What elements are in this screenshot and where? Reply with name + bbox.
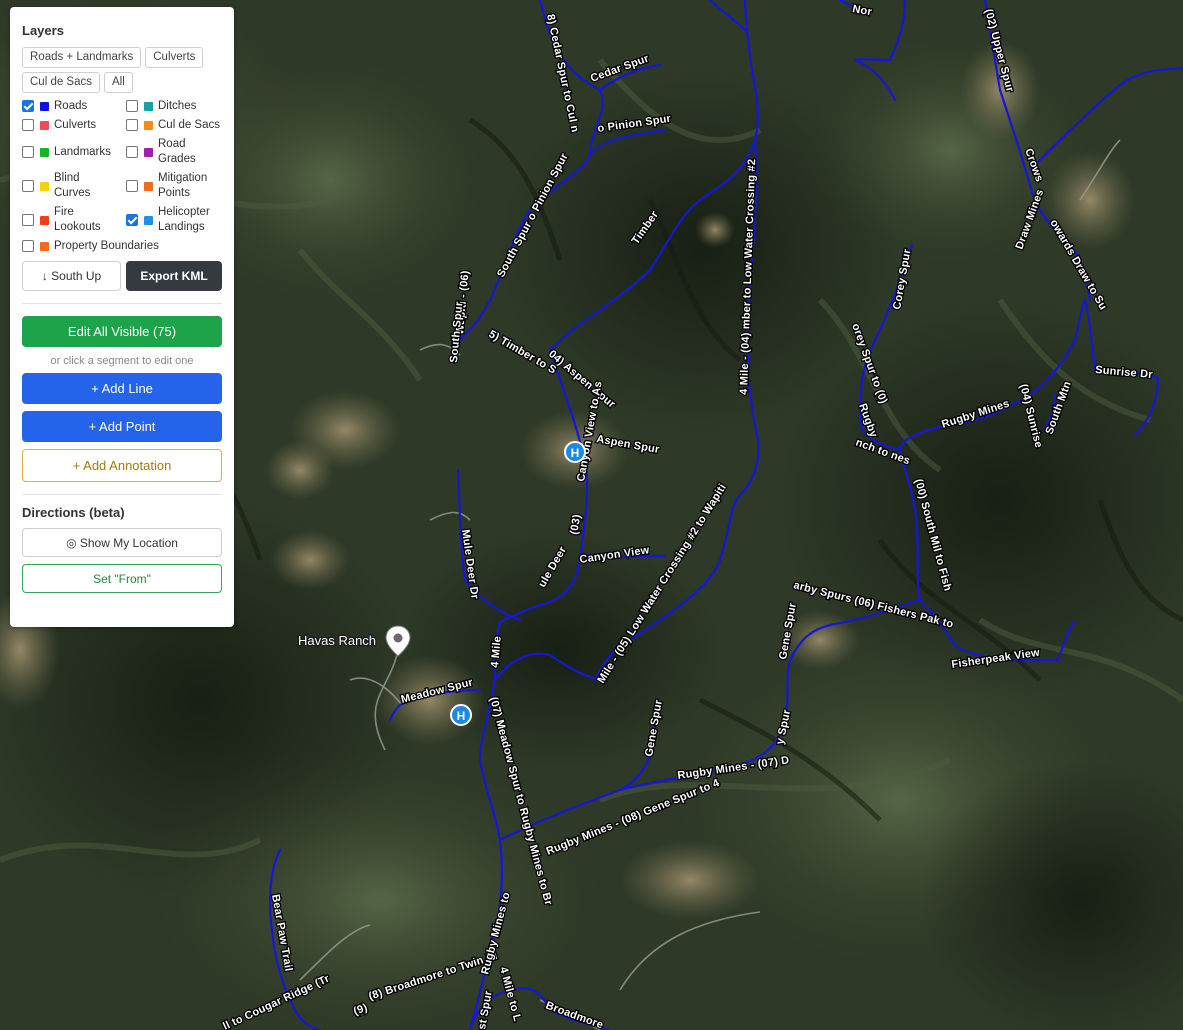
blind-curves-swatch <box>40 181 49 191</box>
cul-de-sacs-checkbox[interactable] <box>126 119 138 131</box>
ditches-checkbox[interactable] <box>126 100 138 112</box>
layer-roads[interactable]: Roads <box>22 99 126 114</box>
layer-ditches[interactable]: Ditches <box>126 99 230 114</box>
ditches-swatch <box>144 102 153 111</box>
helicopter-icon: H <box>457 709 466 723</box>
layer-label: Blind Curves <box>54 172 91 199</box>
road-grades-checkbox[interactable] <box>126 146 138 158</box>
culverts-swatch <box>40 121 49 130</box>
layer-presets: Roads + Landmarks Culverts Cul de Sacs A… <box>22 47 222 93</box>
helicopter-landings-swatch <box>144 215 153 225</box>
fire-lookouts-checkbox[interactable] <box>22 214 34 226</box>
edit-all-visible-button[interactable]: Edit All Visible (75) <box>22 316 222 347</box>
helicopter-landing-marker[interactable]: H <box>450 704 472 726</box>
road-grades-swatch <box>144 147 153 157</box>
edit-hint: or click a segment to edit one <box>50 355 194 367</box>
mitigation-points-swatch <box>144 181 153 191</box>
layer-label: Fire Lookouts <box>54 206 101 233</box>
preset-roads-landmarks[interactable]: Roads + Landmarks <box>22 47 142 68</box>
divider <box>22 303 222 304</box>
view-buttons: ↓ South Up Export KML <box>22 261 222 291</box>
layer-cul-de-sacs[interactable]: Cul de Sacs <box>126 118 230 133</box>
layer-landmarks[interactable]: Landmarks <box>22 137 126 167</box>
preset-all[interactable]: All <box>104 72 133 93</box>
landmarks-checkbox[interactable] <box>22 146 34 158</box>
export-kml-button[interactable]: Export KML <box>126 261 222 291</box>
layers-panel: Layers Roads + Landmarks Culverts Cul de… <box>10 7 234 627</box>
blind-curves-checkbox[interactable] <box>22 180 34 192</box>
show-my-location-button[interactable]: ◎ Show My Location <box>22 528 222 557</box>
place-label: Havas Ranch <box>298 633 376 648</box>
landmarks-swatch <box>40 147 49 157</box>
panel-title: Layers <box>22 23 64 38</box>
helicopter-icon: H <box>571 446 580 460</box>
divider <box>22 494 222 495</box>
directions-title: Directions (beta) <box>22 505 125 520</box>
cul-de-sacs-swatch <box>144 121 153 130</box>
mitigation-points-checkbox[interactable] <box>126 180 138 192</box>
layer-culverts[interactable]: Culverts <box>22 118 126 133</box>
layer-fire-lookouts[interactable]: Fire Lookouts <box>22 205 126 235</box>
set-from-button[interactable]: Set "From" <box>22 564 222 593</box>
preset-culverts[interactable]: Culverts <box>145 47 204 68</box>
roads-checkbox[interactable] <box>22 100 34 112</box>
property-boundaries-checkbox[interactable] <box>22 240 34 252</box>
preset-cul-de-sacs[interactable]: Cul de Sacs <box>22 72 101 93</box>
layer-helicopter-landings[interactable]: Helicopter Landings <box>126 205 230 235</box>
layer-blind-curves[interactable]: Blind Curves <box>22 171 126 201</box>
layer-label: Helicopter Landings <box>158 206 210 233</box>
layer-list: Roads Ditches Culverts Cul de Sacs Landm… <box>22 99 222 254</box>
layer-mitigation-points[interactable]: Mitigation Points <box>126 171 230 201</box>
culverts-checkbox[interactable] <box>22 119 34 131</box>
layer-label: Cul de Sacs <box>158 119 221 131</box>
layer-label: Mitigation Points <box>158 172 208 199</box>
helicopter-landings-checkbox[interactable] <box>126 214 138 226</box>
property-boundaries-swatch <box>40 242 49 251</box>
layer-label: Landmarks <box>54 145 111 158</box>
south-up-button[interactable]: ↓ South Up <box>22 261 121 291</box>
layer-label: Roads <box>54 100 88 112</box>
add-annotation-button[interactable]: + Add Annotation <box>22 449 222 482</box>
helicopter-landing-marker[interactable]: H <box>564 441 586 463</box>
layer-label: Property Boundaries <box>54 240 159 252</box>
layer-label: Ditches <box>158 100 197 112</box>
add-line-button[interactable]: + Add Line <box>22 373 222 404</box>
layer-property-boundaries[interactable]: Property Boundaries <box>22 239 230 254</box>
layer-road-grades[interactable]: Road Grades <box>126 137 230 167</box>
layer-label: Road Grades <box>158 138 196 165</box>
add-point-button[interactable]: + Add Point <box>22 411 222 442</box>
roads-swatch <box>40 102 49 111</box>
fire-lookouts-swatch <box>40 215 49 225</box>
layer-label: Culverts <box>54 119 97 131</box>
